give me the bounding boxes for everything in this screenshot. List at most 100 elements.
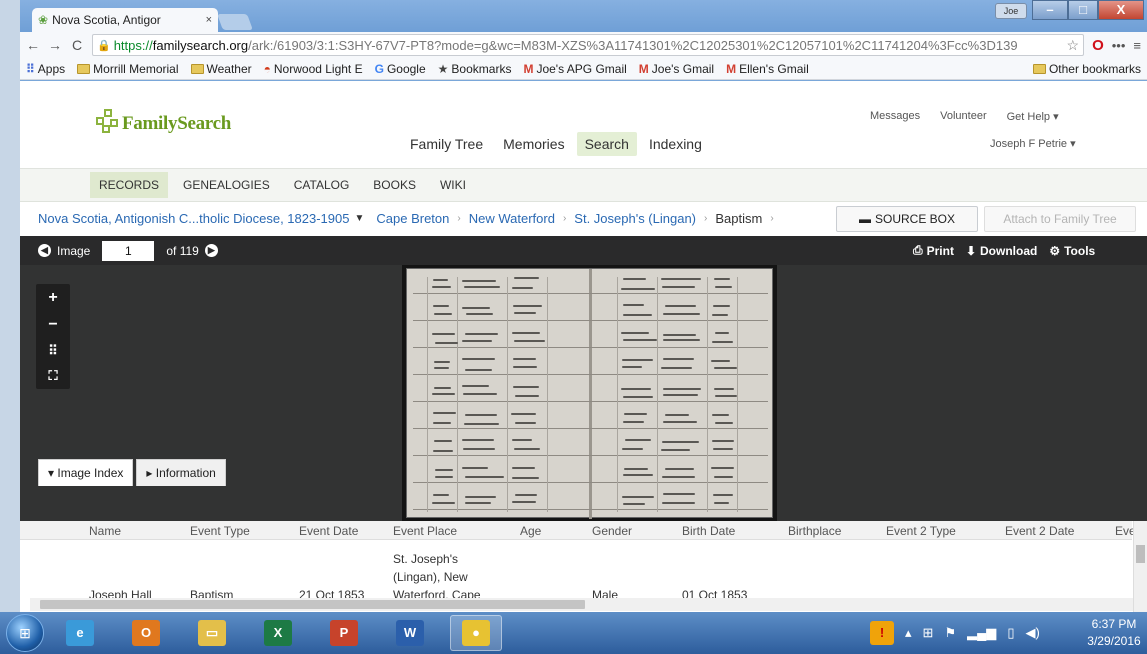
table-horizontal-scrollbar[interactable] <box>30 598 1133 611</box>
taskbar-app-button[interactable]: e <box>54 615 106 651</box>
minimize-button[interactable]: – <box>1032 0 1068 20</box>
breadcrumb-collection[interactable]: Nova Scotia, Antigonish C...tholic Dioce… <box>38 211 349 226</box>
tab-catalog[interactable]: CATALOG <box>285 172 359 198</box>
taskbar-app-button[interactable]: ● <box>450 615 502 651</box>
user-menu[interactable]: Joseph F Petrie ▾ <box>990 137 1076 150</box>
get-help-link[interactable]: Get Help ▾ <box>1007 110 1059 123</box>
tab-wiki[interactable]: WIKI <box>431 172 475 198</box>
bookmark-apps[interactable]: ⠿ Apps <box>26 62 65 76</box>
browser-tab[interactable]: ❀ Nova Scotia, Antigor × <box>32 8 218 32</box>
bookmark-norwood-light[interactable]: ◓ Norwood Light E <box>264 62 363 76</box>
alert-icon[interactable]: ! <box>870 621 894 645</box>
volume-icon[interactable]: ◀) <box>1025 625 1039 641</box>
column-header[interactable]: Gender <box>592 524 632 538</box>
network-icon[interactable]: ▂▄▆ <box>967 625 996 641</box>
messages-link[interactable]: Messages <box>870 110 920 123</box>
image-number-input[interactable]: 1 <box>102 240 155 261</box>
bookmark-bookmarks[interactable]: ★ Bookmarks <box>438 62 512 76</box>
opera-extension-icon[interactable]: O <box>1092 37 1104 54</box>
nav-family-tree[interactable]: Family Tree <box>402 132 491 156</box>
taskbar-app-button[interactable]: P <box>318 615 370 651</box>
handwriting-stroke <box>512 467 536 470</box>
bookmark-ellens-gmail[interactable]: M Ellen's Gmail <box>726 62 809 76</box>
gallery-grid-icon[interactable]: ⠿ <box>48 343 58 359</box>
bookmark-joes-gmail[interactable]: M Joe's Gmail <box>639 62 714 76</box>
bookmark-google[interactable]: G Google <box>375 62 426 76</box>
handwriting-stroke <box>713 493 734 496</box>
handwriting-stroke <box>713 475 734 478</box>
chrome-user-badge[interactable]: Joe <box>995 3 1027 19</box>
tools-button[interactable]: ⚙ Tools <box>1049 243 1095 258</box>
menu-icon[interactable]: ≡ <box>1133 38 1141 53</box>
zoom-out-icon[interactable]: − <box>48 316 57 334</box>
information-tab[interactable]: ▸ Information <box>136 459 226 486</box>
taskbar-clock[interactable]: 6:37 PM 3/29/2016 <box>1083 616 1145 650</box>
tab-books[interactable]: BOOKS <box>364 172 425 198</box>
print-button[interactable]: ⎙ Print <box>913 243 954 258</box>
familysearch-logo[interactable]: FamilySearch <box>96 109 231 135</box>
column-header[interactable]: Event Date <box>299 524 358 538</box>
scrollbar-thumb[interactable] <box>1136 545 1145 563</box>
taskbar-app-button[interactable]: ▭ <box>186 615 238 651</box>
column-header[interactable]: Event Type <box>190 524 250 538</box>
back-arrow-icon[interactable]: ← <box>26 37 40 53</box>
start-button[interactable]: ⊞ <box>6 614 44 652</box>
attach-to-family-tree-button[interactable]: Attach to Family Tree <box>984 206 1136 232</box>
handwriting-stroke <box>512 358 536 361</box>
apps-grid-icon: ⠿ <box>26 61 35 76</box>
nav-search[interactable]: Search <box>576 132 637 156</box>
tab-close-icon[interactable]: × <box>206 14 212 26</box>
bookmark-star-icon[interactable]: ☆ <box>1063 37 1080 54</box>
image-index-tab[interactable]: ▾ Image Index <box>38 459 134 486</box>
column-header[interactable]: Name <box>89 524 121 538</box>
handwriting-stroke <box>623 474 654 477</box>
reload-icon[interactable]: C <box>70 37 84 53</box>
maximize-button[interactable]: □ <box>1068 0 1098 20</box>
bookmark-joes-apg-gmail[interactable]: M Joe's APG Gmail <box>523 62 626 76</box>
column-header[interactable]: Event 2 Type <box>886 524 956 538</box>
taskbar-app-button[interactable]: W <box>384 615 436 651</box>
nav-memories[interactable]: Memories <box>495 132 572 156</box>
forward-arrow-icon[interactable]: → <box>48 37 62 53</box>
handwriting-stroke <box>621 387 651 390</box>
address-bar[interactable]: 🔒 https:// familysearch.org /ark:/61903/… <box>92 34 1085 56</box>
chevron-down-icon[interactable]: ▼ <box>354 213 364 224</box>
extension-dots-icon[interactable]: ••• <box>1112 38 1126 53</box>
zoom-in-icon[interactable]: + <box>48 289 57 307</box>
column-header[interactable]: Event Place <box>393 524 457 538</box>
volunteer-link[interactable]: Volunteer <box>940 110 986 123</box>
breadcrumb-baptism[interactable]: Baptism <box>715 211 762 226</box>
show-hidden-icons-icon[interactable]: ▴ <box>905 625 912 641</box>
source-box-button[interactable]: ▬ SOURCE BOX <box>836 206 978 232</box>
scrollbar-thumb[interactable] <box>40 600 585 609</box>
new-tab-button[interactable] <box>217 14 253 30</box>
bookmark-label: Joe's Gmail <box>651 61 715 76</box>
previous-image-icon[interactable]: ◀ <box>38 244 51 257</box>
column-header[interactable]: Birth Date <box>682 524 735 538</box>
taskbar-app-button[interactable]: X <box>252 615 304 651</box>
column-header[interactable]: Event 2 Date <box>1005 524 1074 538</box>
next-image-icon[interactable]: ▶ <box>204 244 218 257</box>
breadcrumb-st-josephs[interactable]: St. Joseph's (Lingan) <box>574 211 696 226</box>
fullscreen-icon[interactable]: ⛶ <box>48 368 57 384</box>
column-header[interactable]: Birthplace <box>788 524 841 538</box>
tab-genealogies[interactable]: GENEALOGIES <box>174 172 279 198</box>
other-bookmarks[interactable]: Other bookmarks <box>1032 62 1141 76</box>
nav-indexing[interactable]: Indexing <box>641 132 710 156</box>
close-window-button[interactable]: X <box>1098 0 1144 20</box>
action-center-flag-icon[interactable]: ⚑ <box>944 625 956 641</box>
bookmark-weather[interactable]: Weather <box>190 62 252 76</box>
download-button[interactable]: ⬇ Download <box>966 243 1037 258</box>
keyboard-icon[interactable]: ⊞ <box>923 625 934 641</box>
taskbar-app-button[interactable]: O <box>120 615 172 651</box>
register-column-line <box>657 277 658 512</box>
record-image[interactable] <box>402 265 777 521</box>
windows-taskbar: ⊞ e O ▭ X P W ● ! ▴ ⊞ ⚑ ▂▄▆ ▯ ◀) 6:37 PM 3/29/… <box>0 612 1147 654</box>
breadcrumb-new-waterford[interactable]: New Waterford <box>469 211 555 226</box>
battery-icon[interactable]: ▯ <box>1007 625 1014 641</box>
tab-records[interactable]: RECORDS <box>90 172 169 198</box>
breadcrumb-cape-breton[interactable]: Cape Breton <box>376 211 449 226</box>
bookmark-morrill-memorial[interactable]: Morrill Memorial <box>77 62 179 76</box>
table-vertical-scrollbar[interactable] <box>1133 521 1147 612</box>
column-header[interactable]: Age <box>520 524 541 538</box>
